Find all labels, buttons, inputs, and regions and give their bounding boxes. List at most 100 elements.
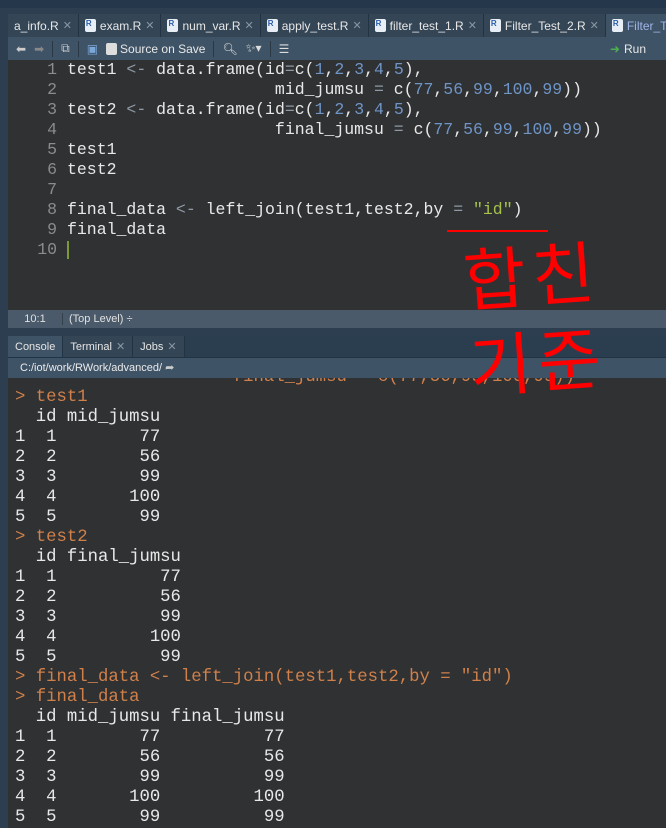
code-token: 99: [562, 120, 582, 139]
code-line[interactable]: [67, 240, 602, 260]
r-file-icon: [374, 19, 386, 32]
tab-filter-test-active[interactable]: Filter_Test: [605, 14, 666, 37]
code-token: ,: [433, 80, 444, 99]
tab-apply-test[interactable]: apply_test.R✕: [260, 14, 369, 37]
code-line[interactable]: test1 <- data.frame(id=c(1,2,3,4,5),: [67, 60, 602, 80]
r-file-icon: [266, 19, 278, 32]
text-cursor: [67, 241, 69, 259]
close-icon[interactable]: ✕: [145, 19, 154, 32]
close-icon[interactable]: ✕: [590, 19, 599, 32]
code-token: test2: [67, 100, 127, 119]
tab-console[interactable]: Console: [8, 336, 64, 357]
source-on-save-label: Source on Save: [120, 41, 206, 56]
code-token: 4: [374, 100, 384, 119]
back-arrow-icon[interactable]: ⬅: [16, 42, 26, 56]
tab-terminal[interactable]: Terminal ✕: [63, 336, 134, 357]
code-token: ,: [383, 60, 394, 79]
console-output[interactable]: final_jumsu = c(77,56,99,100,99))> test1…: [8, 378, 666, 828]
code-token: )): [581, 120, 602, 139]
line-number: 3: [47, 100, 57, 119]
code-line[interactable]: test2: [67, 160, 602, 180]
line-number: 7: [47, 180, 57, 199]
code-line[interactable]: mid_jumsu = c(77,56,99,100,99)): [67, 80, 602, 100]
tab-num-var[interactable]: num_var.R ✕: [161, 14, 261, 37]
code-line[interactable]: final_jumsu = c(77,56,99,100,99)): [67, 120, 602, 140]
show-in-window-icon[interactable]: ⧉: [61, 41, 70, 56]
console-command-line: > final_data <- left_join(test1,test2,by…: [15, 668, 513, 687]
code-token: )): [562, 80, 582, 99]
working-directory: C:/iot/work/RWork/advanced/: [20, 362, 163, 374]
console-output-line: 2 2 56: [15, 448, 161, 467]
notebook-icon[interactable]: ☰: [279, 42, 290, 56]
code-token: <-: [126, 100, 147, 119]
line-number: 2: [47, 80, 57, 99]
code-token: ,: [364, 60, 375, 79]
code-token: 56: [443, 80, 464, 99]
console-output-line: 1 1 77 77: [15, 728, 285, 747]
run-button[interactable]: ➜ Run: [610, 42, 666, 56]
tab-jobs[interactable]: Jobs ✕: [133, 336, 185, 357]
code-token: =: [373, 80, 384, 99]
code-line[interactable]: final_data <- left_join(test1,test2,by =…: [67, 200, 602, 220]
code-token: 1: [314, 60, 325, 79]
line-number: 6: [47, 160, 57, 179]
tab-label: a_info.R: [14, 18, 59, 33]
console-output-line: 5 5 99 99: [15, 808, 285, 827]
code-token: ,: [492, 80, 503, 99]
tab-label: Terminal: [70, 340, 112, 353]
close-icon[interactable]: ✕: [116, 340, 125, 353]
code-line[interactable]: test2 <- data.frame(id=c(1,2,3,4,5),: [67, 100, 602, 120]
close-icon[interactable]: ✕: [167, 340, 176, 353]
console-output-line: 2 2 56 56: [15, 748, 285, 767]
line-number: 4: [47, 120, 57, 139]
r-file-icon: [167, 19, 179, 32]
code-token: 100: [502, 80, 533, 99]
code-token: test2: [67, 160, 117, 179]
tab-label: exam.R: [99, 18, 142, 33]
console-output-line: 3 3 99 99: [15, 768, 285, 787]
code-token: ,: [324, 100, 335, 119]
search-icon[interactable]: 🔍︎: [222, 42, 237, 56]
code-token: data.frame(id: [146, 60, 285, 79]
code-editor[interactable]: 1 2 3 4 5 6 7 8 9 10 test1 <- data.frame…: [8, 60, 666, 310]
console-output-line: 4 4 100: [15, 628, 181, 647]
save-icon[interactable]: ▣: [87, 42, 98, 56]
code-token: c(: [294, 60, 315, 79]
go-to-directory-icon[interactable]: ➦: [165, 362, 174, 374]
console-output-line: 4 4 100 100: [15, 788, 285, 807]
code-token: 5: [393, 100, 404, 119]
tab-a-info[interactable]: a_info.R ✕: [8, 14, 79, 37]
code-token: ,: [463, 80, 474, 99]
code-token: ),: [403, 60, 424, 79]
forward-arrow-icon[interactable]: ➡: [34, 42, 44, 56]
tab-label: Filter_Test_2.R: [504, 18, 586, 33]
code-token: =: [393, 120, 404, 139]
close-icon[interactable]: ✕: [245, 19, 254, 32]
console-path: C:/iot/work/RWork/advanced/ ➦: [8, 358, 666, 378]
console-output-line: id final_jumsu: [15, 548, 181, 567]
tab-filter-test-1[interactable]: filter_test_1.R ✕: [368, 14, 484, 37]
tab-exam[interactable]: exam.R✕: [78, 14, 162, 37]
magic-wand-icon[interactable]: ✨︎▾: [246, 41, 262, 56]
console-command-line: final_jumsu = c(77,56,99,100,99)): [8, 378, 666, 388]
close-icon[interactable]: ✕: [63, 19, 72, 32]
code-line[interactable]: test1: [67, 140, 602, 160]
checkbox-icon[interactable]: [106, 43, 118, 56]
line-number: 9: [47, 220, 57, 239]
divider: [213, 40, 215, 57]
code-token: 4: [374, 60, 384, 79]
code-token: ,: [344, 60, 355, 79]
code-token: c(: [383, 80, 414, 99]
source-on-save-checkbox[interactable]: Source on Save: [106, 42, 205, 56]
code-line[interactable]: [67, 180, 602, 200]
tab-label: apply_test.R: [281, 18, 349, 33]
tab-filter-test-2[interactable]: Filter_Test_2.R ✕: [483, 14, 606, 37]
divider: [77, 40, 79, 57]
close-icon[interactable]: ✕: [352, 19, 361, 32]
code-token: c(: [403, 120, 434, 139]
code-token: ,: [552, 120, 563, 139]
code-token: ,: [482, 120, 493, 139]
scope-selector[interactable]: (Top Level) ÷: [63, 313, 133, 325]
close-icon[interactable]: ✕: [468, 19, 477, 32]
